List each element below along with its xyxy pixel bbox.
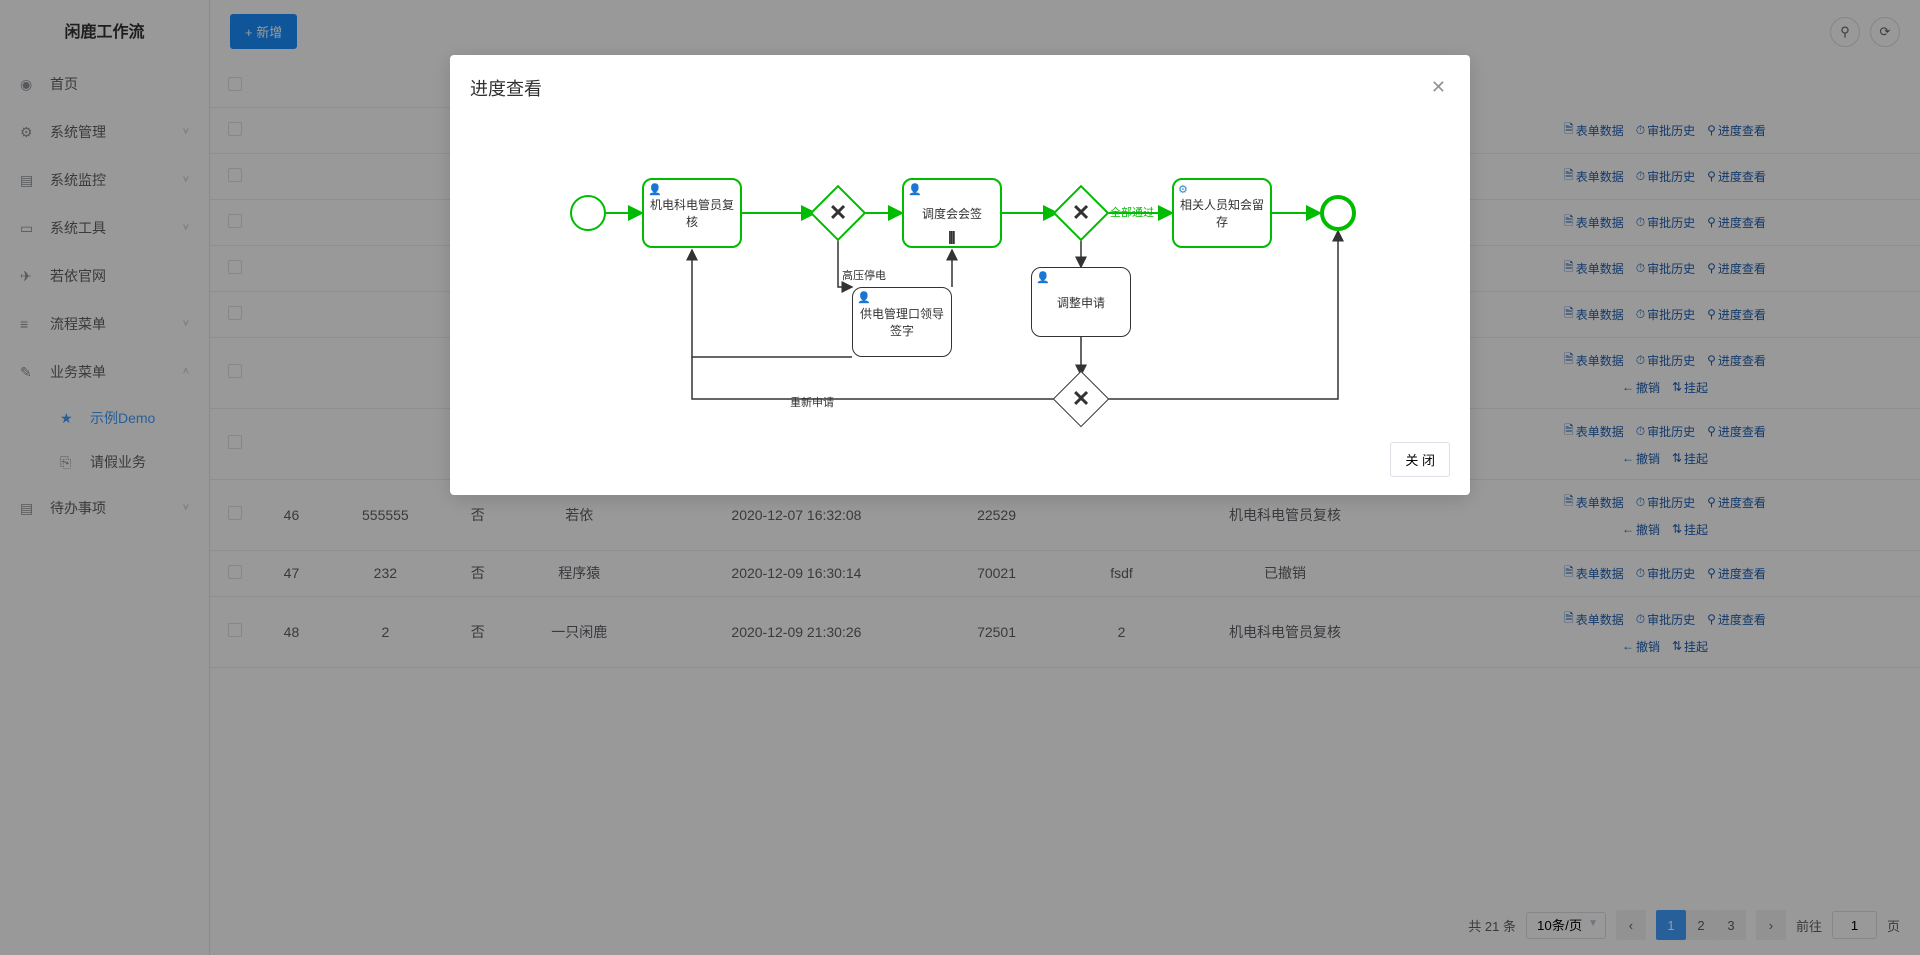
task-notify: ⚙ 相关人员知会留存 — [1172, 178, 1272, 248]
close-button[interactable]: 关 闭 — [1390, 442, 1450, 477]
gateway-1: ✕ — [810, 185, 867, 242]
gear-icon: ⚙ — [1178, 183, 1188, 196]
gateway-2: ✕ — [1053, 185, 1110, 242]
progress-dialog: 进度查看 ✕ — [450, 55, 1470, 495]
flow-label-reapply: 重新申请 — [790, 394, 834, 410]
bpmn-diagram: 👤 机电科电管员复核 ✕ 👤 调度会会签 ||| ✕ ⚙ 相关人员知会留存 👤 — [470, 132, 1450, 412]
gateway-3: ✕ — [1053, 371, 1110, 428]
user-icon: 👤 — [908, 183, 922, 196]
task-review: 👤 机电科电管员复核 — [642, 178, 742, 248]
user-icon: 👤 — [857, 291, 871, 304]
start-event — [570, 195, 606, 231]
close-icon[interactable]: ✕ — [1427, 73, 1450, 102]
modal-overlay: 进度查看 ✕ — [0, 0, 1920, 955]
task-adjust: 👤 调整申请 — [1031, 267, 1131, 337]
user-icon: 👤 — [648, 183, 662, 196]
flow-label-allpass: 全部通过 — [1110, 204, 1154, 220]
flow-label-highvolt: 高压停电 — [842, 267, 886, 283]
user-icon: 👤 — [1036, 271, 1050, 284]
task-dispatch: 👤 调度会会签 ||| — [902, 178, 1002, 248]
dialog-title: 进度查看 — [470, 75, 542, 101]
task-leader-sign: 👤 供电管理口领导签字 — [852, 287, 952, 357]
end-event — [1320, 195, 1356, 231]
parallel-icon: ||| — [948, 228, 954, 244]
